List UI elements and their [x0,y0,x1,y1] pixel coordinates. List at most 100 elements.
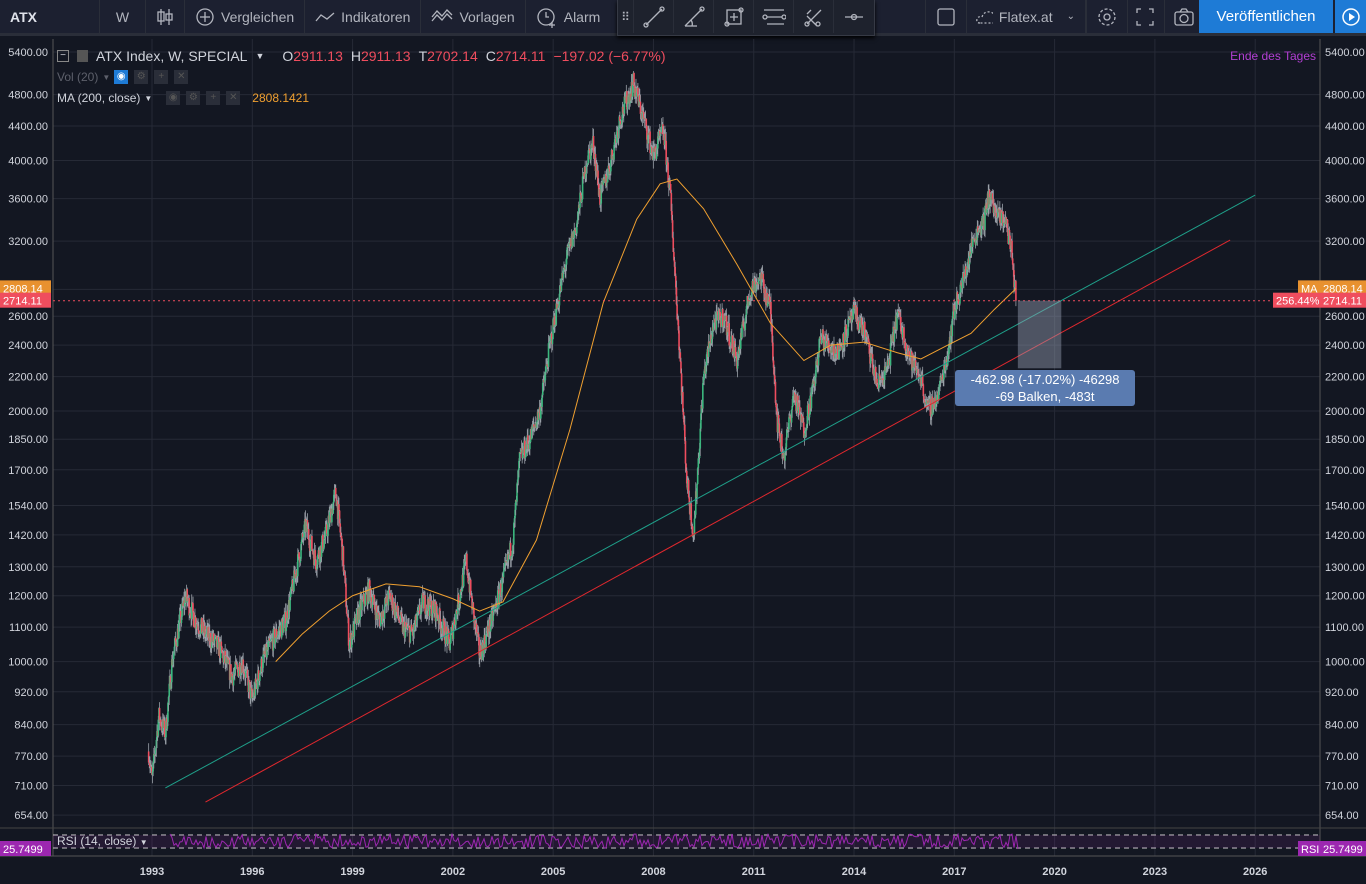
y-tick-label: 2600.00 [8,311,48,323]
x-tick-label: 1993 [140,866,164,878]
trend-line-tool[interactable] [634,0,674,33]
rectangle-tool[interactable] [714,0,754,33]
candle-body [532,424,535,427]
candle-body [314,550,316,561]
pitchfork-tool[interactable] [794,0,834,33]
left-last-badge: 2714.11 [3,296,42,308]
candle-body [684,440,687,464]
close-value: 2714.11 [495,48,546,64]
y-tick-label: 3600.00 [8,194,48,206]
eye-icon[interactable]: ◉ [166,91,181,105]
rsi-tag-badge: RSI [1301,844,1319,856]
symbol-search[interactable]: ATX [0,0,100,33]
y-tick-label: 1000.00 [1325,657,1365,669]
volume-label[interactable]: Vol (20) [57,70,98,84]
y-tick-label: 1100.00 [9,622,48,634]
compare-button[interactable]: Vergleichen [185,0,306,33]
plus-icon[interactable]: + [154,70,169,84]
fullscreen-button[interactable] [1126,0,1165,33]
y-tick-label: 3600.00 [1325,194,1365,206]
y-tick-label: 4000.00 [8,155,48,167]
x-tick-label: 2017 [942,866,966,878]
plus-icon[interactable]: + [206,91,221,105]
rsi-label[interactable]: RSI (14, close) [57,834,136,848]
broker-label: Flatex.at [998,8,1053,25]
candle-body [734,347,737,357]
broker-button[interactable]: Flatex.at ⌄ [966,0,1086,33]
trend-line [205,239,1231,803]
candle-body [728,323,730,346]
close-icon[interactable]: ✕ [174,70,189,84]
x-tick-label: 2014 [842,866,867,878]
y-tick-label: 770.00 [1325,751,1359,763]
fib-icon [684,5,705,27]
settings-button[interactable] [1086,0,1128,33]
candle-body [631,85,634,97]
eye-icon[interactable]: ◉ [114,70,129,84]
camera-icon [1174,7,1194,26]
candle-body [449,643,451,651]
candle-body [298,552,300,558]
chevron-down-icon[interactable]: ▼ [144,94,152,103]
candle-body [1015,281,1017,301]
y-tick-label: 2400.00 [8,340,48,352]
y-tick-label: 770.00 [14,751,48,763]
horizontal-ray-tool[interactable] [834,0,874,33]
ma-label[interactable]: MA (200, close) [57,91,140,105]
gear-icon[interactable]: ⚙ [134,70,149,84]
publish-button[interactable]: Veröffentlichen [1199,0,1333,33]
horizontal-lines-tool[interactable] [754,0,794,33]
chevron-down-icon[interactable]: ▼ [102,73,110,82]
series-title[interactable]: ATX Index, W, SPECIAL [96,48,247,64]
chevron-down-icon[interactable]: ▼ [255,51,264,61]
measure-line-1: -462.98 (-17.02%) -46298 [970,372,1120,387]
y-tick-label: 920.00 [1325,687,1359,699]
gear-icon[interactable]: ⚙ [186,91,201,105]
candle-body [529,442,531,450]
indicators-icon [315,12,335,21]
rectangle-select-button[interactable] [925,0,967,33]
x-tick-label: 1996 [240,866,264,878]
alert-button[interactable]: Alarm [526,0,611,33]
collapse-icon[interactable]: − [57,50,69,62]
horizontal-ray-icon [845,13,863,20]
y-tick-label: 5400.00 [8,47,48,59]
right-last-badge: 2714.11 [1323,296,1362,308]
y-tick-label: 654.00 [1325,810,1359,822]
candle-body [565,258,568,265]
candles [147,71,1017,784]
chevron-down-icon[interactable]: ▼ [140,838,148,847]
y-tick-label: 1700.00 [1325,465,1365,477]
y-tick-label: 2400.00 [1325,340,1365,352]
candle-body [551,339,554,345]
rsi-legend[interactable]: RSI (14, close) ▼ [57,834,148,848]
close-label: C [485,48,496,64]
candle-body [972,238,974,247]
y-tick-label: 1200.00 [1325,591,1365,603]
ma-legend: MA (200, close) ▼ ◉ ⚙ + ✕ 2808.1421 [57,91,309,105]
y-tick-label: 3200.00 [1325,236,1365,248]
fullscreen-icon [1136,7,1154,26]
y-tick-label: 1850.00 [1325,434,1365,446]
y-tick-label: 1700.00 [8,465,48,477]
candle-body [409,630,412,643]
fib-tool[interactable] [674,0,714,33]
indicators-button[interactable]: Indikatoren [305,0,422,33]
close-icon[interactable]: ✕ [226,91,241,105]
y-tick-label: 1300.00 [8,562,48,574]
price-chart[interactable]: 5400.00 5400.00 4800.00 4800.00 4400.00 4400.… [0,39,1366,884]
replay-button[interactable] [1335,0,1366,33]
candle-body [660,132,662,134]
interval-button[interactable]: W [100,0,146,33]
candle-body [274,637,277,644]
chart-type-button[interactable] [146,0,185,33]
rectangle-icon [723,6,744,27]
templates-button[interactable]: Vorlagen [421,0,526,33]
change-value: −197.02 (−6.77%) [553,48,666,64]
y-tick-label: 4000.00 [1325,155,1365,167]
chevron-down-icon: ⌄ [1066,11,1075,22]
candle-body [1011,258,1014,265]
candle-body [762,273,765,280]
drag-handle[interactable]: ⠿ [618,0,634,33]
ma-value: 2808.1421 [252,91,310,105]
